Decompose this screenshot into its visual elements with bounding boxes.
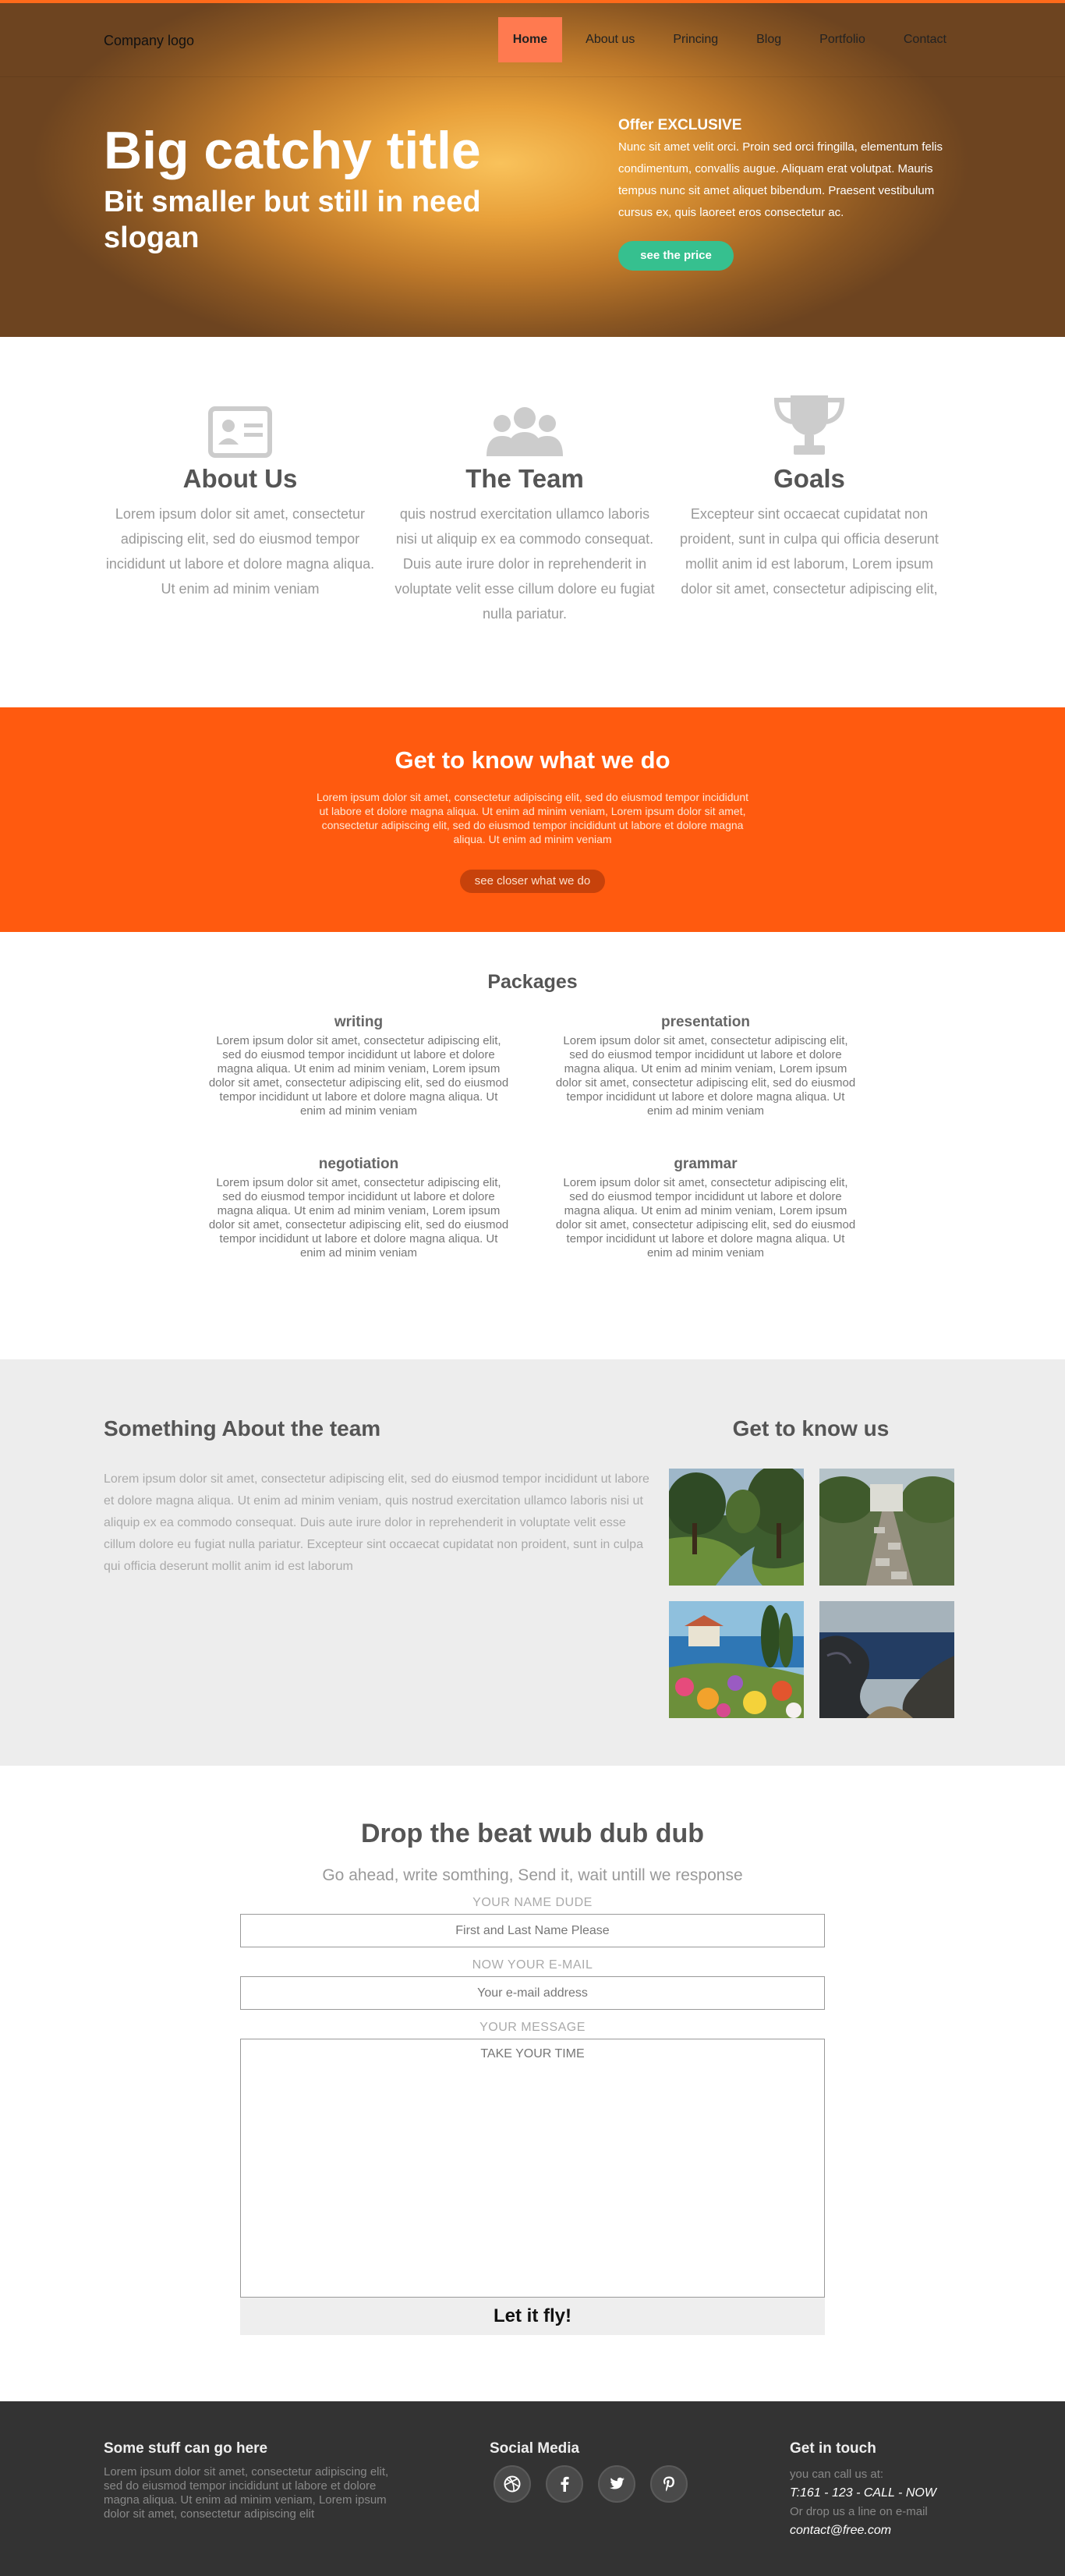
offer-title: Offer EXCLUSIVE	[618, 117, 742, 133]
what-we-do-title: Get to know what we do	[395, 746, 670, 774]
what-we-do-text: Lorem ipsum dolor sit amet, consectetur …	[316, 791, 749, 845]
footer-social-column: Social Media	[490, 2440, 702, 2503]
contact-subtitle: Go ahead, write somthing, Send it, wait …	[322, 1866, 743, 1884]
hero-section: Company logo Home About us Princing Blog…	[0, 0, 1065, 337]
twitter-icon[interactable]	[598, 2465, 635, 2503]
pinterest-icon[interactable]	[650, 2465, 688, 2503]
hero-slogan: Bit smaller but still in need slogan	[104, 186, 481, 254]
gallery-image-sea-cliff[interactable]	[819, 1601, 954, 1718]
gallery-image-forest[interactable]	[669, 1469, 804, 1586]
gallery-image-coast-flowers[interactable]	[669, 1601, 804, 1718]
footer-about-text: Lorem ipsum dolor sit amet, consectetur …	[104, 2465, 389, 2521]
id-card-icon	[104, 392, 377, 458]
social-links	[494, 2465, 702, 2503]
nav-item-portfolio[interactable]: Portfolio	[805, 17, 880, 62]
features-section: About Us Lorem ipsum dolor sit amet, con…	[0, 337, 1065, 707]
facebook-icon[interactable]	[546, 2465, 583, 2503]
feature-team: The Team quis nostrud exercitation ullam…	[388, 392, 661, 626]
team-section: Something About the team Lorem ipsum dol…	[0, 1359, 1065, 1766]
feature-text: quis nostrud exercitation ullamco labori…	[395, 506, 655, 622]
team-title: Something About the team	[104, 1416, 381, 1440]
offer-text: Nunc sit amet velit orci. Proin sed orci…	[618, 140, 943, 219]
nav-item-about[interactable]: About us	[571, 17, 649, 62]
see-price-button[interactable]: see the price	[618, 241, 734, 271]
package-title: presentation	[660, 1014, 751, 1030]
nav-item-blog[interactable]: Blog	[741, 17, 796, 62]
packages-title: Packages	[487, 971, 578, 993]
package-title: grammar	[674, 1156, 738, 1172]
package-presentation: presentation Lorem ipsum dolor sit amet,…	[553, 1014, 858, 1118]
nav-item-home[interactable]: Home	[497, 17, 563, 62]
contact-title: Drop the beat wub dub dub	[360, 1819, 705, 1848]
gallery-title: Get to know us	[732, 1416, 890, 1440]
feature-text: Lorem ipsum dolor sit amet, consectetur …	[105, 506, 375, 597]
footer-about-title: Some stuff can go here	[104, 2440, 268, 2457]
name-label: YOUR NAME DUDE	[472, 1896, 593, 1909]
package-text: Lorem ipsum dolor sit amet, consectetur …	[555, 1176, 856, 1260]
package-grammar: grammar Lorem ipsum dolor sit amet, cons…	[553, 1156, 858, 1260]
email-label-footer: Or drop us a line on e-mail	[790, 2505, 928, 2518]
packages-section: Packages writing Lorem ipsum dolor sit a…	[0, 932, 1065, 1359]
footer-social-title: Social Media	[490, 2440, 580, 2457]
package-text: Lorem ipsum dolor sit amet, consectetur …	[208, 1034, 509, 1118]
feature-about: About Us Lorem ipsum dolor sit amet, con…	[104, 392, 377, 601]
nav-menu: Home About us Princing Blog Portfolio Co…	[490, 17, 961, 62]
offer-box: Offer EXCLUSIVE Nunc sit amet velit orci…	[618, 117, 946, 224]
package-title: negotiation	[318, 1156, 399, 1172]
email-link[interactable]: contact@free.com	[790, 2521, 936, 2540]
footer-about-column: Some stuff can go here Lorem ipsum dolor…	[104, 2440, 392, 2521]
company-logo[interactable]: Company logo	[104, 33, 194, 49]
message-label: YOUR MESSAGE	[479, 2021, 586, 2034]
package-text: Lorem ipsum dolor sit amet, consectetur …	[208, 1176, 509, 1260]
footer-contact-column: Get in touch you can call us at: T:161 -…	[790, 2440, 936, 2540]
package-title: writing	[334, 1014, 384, 1030]
team-icon	[388, 392, 661, 458]
submit-button[interactable]: Let it fly!	[240, 2298, 825, 2335]
feature-title: About Us	[182, 464, 298, 493]
name-input[interactable]: First and Last Name Please	[240, 1914, 825, 1947]
message-textarea[interactable]: TAKE YOUR TIME	[240, 2039, 825, 2298]
call-label: you can call us at:	[790, 2468, 884, 2481]
nav-item-contact[interactable]: Contact	[889, 17, 961, 62]
feature-title: Goals	[773, 464, 845, 493]
package-text: Lorem ipsum dolor sit amet, consectetur …	[555, 1034, 856, 1118]
feature-text: Excepteur sint occaecat cupidatat non pr…	[680, 506, 939, 597]
phone-number[interactable]: T:161 - 123 - CALL - NOW	[790, 2484, 936, 2503]
what-we-do-section: Get to know what we do Lorem ipsum dolor…	[0, 707, 1065, 932]
footer: Some stuff can go here Lorem ipsum dolor…	[0, 2401, 1065, 2576]
dribbble-icon[interactable]	[494, 2465, 531, 2503]
package-writing: writing Lorem ipsum dolor sit amet, cons…	[206, 1014, 511, 1118]
gallery-image-garden[interactable]	[819, 1469, 954, 1586]
email-label: NOW YOUR E-MAIL	[472, 1958, 593, 1972]
top-navigation: Company logo Home About us Princing Blog…	[0, 3, 1065, 77]
package-negotiation: negotiation Lorem ipsum dolor sit amet, …	[206, 1156, 511, 1260]
trophy-icon	[673, 392, 946, 458]
hero-title: Big catchy title	[104, 121, 481, 180]
feature-goals: Goals Excepteur sint occaecat cupidatat …	[673, 392, 946, 601]
nav-item-pricing[interactable]: Princing	[658, 17, 733, 62]
footer-contact-title: Get in touch	[790, 2440, 876, 2457]
team-text: Lorem ipsum dolor sit amet, consectetur …	[104, 1472, 649, 1573]
see-closer-button[interactable]: see closer what we do	[459, 870, 606, 893]
contact-section: Drop the beat wub dub dub Go ahead, writ…	[0, 1766, 1065, 2401]
email-input[interactable]: Your e-mail address	[240, 1976, 825, 2010]
feature-title: The Team	[465, 464, 584, 493]
